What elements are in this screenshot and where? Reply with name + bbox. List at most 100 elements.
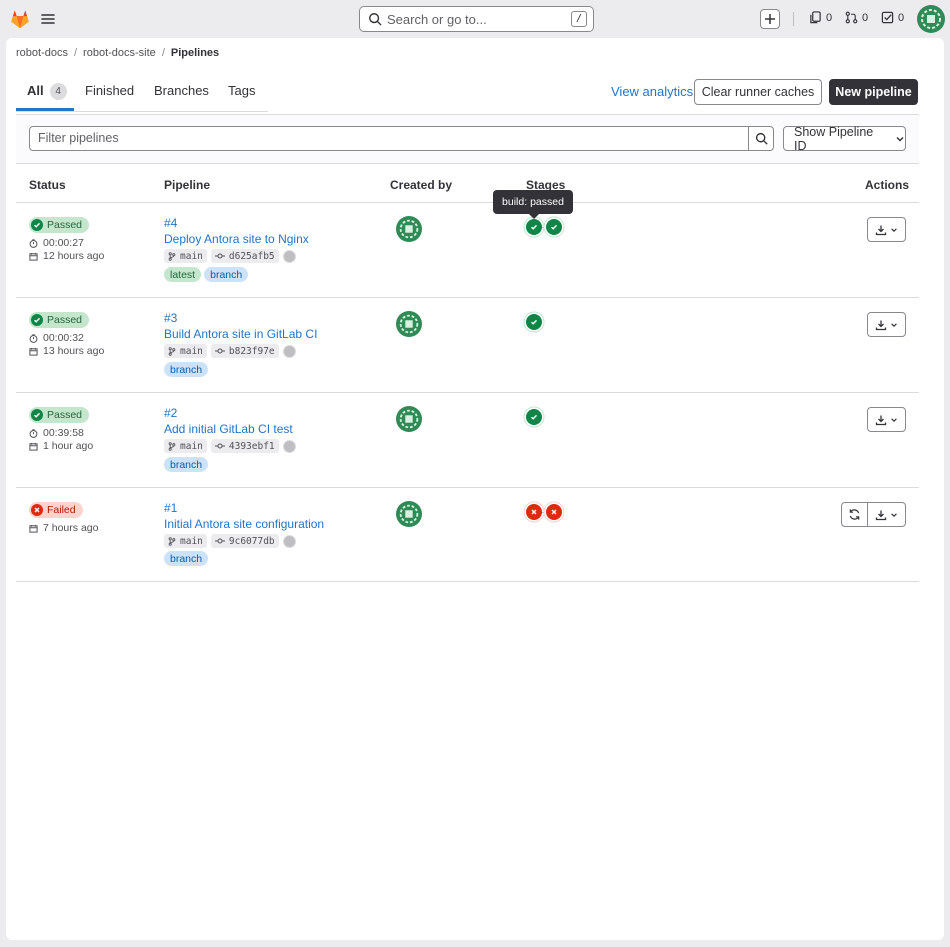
creator-avatar[interactable]: [396, 501, 422, 527]
branch-chip[interactable]: main: [164, 249, 207, 263]
hamburger-menu-icon[interactable]: [38, 9, 58, 29]
status-badge[interactable]: Passed: [29, 407, 90, 423]
column-actions: Actions: [865, 178, 910, 192]
commit-icon: [214, 253, 225, 259]
stage-failed-icon[interactable]: [526, 504, 542, 520]
label-branch: branch: [204, 267, 249, 282]
merge-requests-button[interactable]: 0: [845, 11, 868, 24]
global-search-input[interactable]: Search or go to... /: [359, 6, 594, 32]
status-success-icon: [31, 314, 43, 326]
status-badge[interactable]: Failed: [29, 502, 83, 518]
creator-avatar[interactable]: [396, 216, 422, 242]
download-icon: [875, 510, 887, 520]
table-row: Failed 7 hours ago #1 Initial Antora sit…: [16, 488, 919, 582]
pipeline-title-link[interactable]: Deploy Antora site to Nginx: [164, 232, 309, 246]
show-pipeline-id-dropdown[interactable]: Show Pipeline ID: [783, 125, 906, 153]
tab-branches[interactable]: Branches: [154, 83, 209, 98]
status-badge[interactable]: Passed: [29, 312, 90, 328]
breadcrumb-separator: /: [161, 47, 165, 59]
divider: [793, 12, 794, 26]
commit-author-avatar[interactable]: [282, 249, 296, 263]
user-avatar[interactable]: [917, 5, 945, 33]
commit-author-avatar[interactable]: [282, 439, 296, 453]
pipeline-id-link[interactable]: #4: [164, 216, 177, 230]
breadcrumb-current[interactable]: Pipelines: [171, 47, 219, 59]
commit-icon: [214, 348, 225, 354]
tab-finished[interactable]: Finished: [85, 83, 134, 98]
pipeline-title-link[interactable]: Build Antora site in GitLab CI: [164, 327, 317, 341]
pipeline-stages: [526, 504, 562, 520]
creator-avatar[interactable]: [396, 406, 422, 432]
tab-tags[interactable]: Tags: [228, 83, 255, 98]
commit-chip[interactable]: b823f97e: [210, 344, 279, 358]
column-pipeline: Pipeline: [164, 178, 211, 192]
breadcrumb-group[interactable]: robot-docs: [16, 47, 68, 59]
row-actions: [841, 502, 906, 527]
retry-pipeline-button[interactable]: [841, 502, 868, 527]
chevron-down-icon: [891, 322, 897, 327]
gitlab-logo-icon[interactable]: [9, 8, 31, 30]
tab-all-count: 4: [49, 83, 67, 100]
download-artifacts-button[interactable]: [867, 312, 906, 337]
active-tab-indicator: [16, 108, 74, 111]
search-shortcut-key: /: [571, 11, 587, 27]
new-pipeline-button[interactable]: New pipeline: [829, 79, 918, 105]
table-row: Passed 00:00:27 12 hours ago #4 Deploy A…: [16, 203, 919, 298]
calendar-icon: [29, 524, 38, 533]
branch-chip[interactable]: main: [164, 534, 207, 548]
status-label: Failed: [47, 504, 76, 516]
creator-avatar[interactable]: [396, 311, 422, 337]
todo-icon: [881, 11, 894, 24]
issues-icon: [810, 11, 821, 24]
download-artifacts-button[interactable]: [868, 502, 906, 527]
status-badge[interactable]: Passed: [29, 217, 90, 233]
pipeline-title-link[interactable]: Initial Antora site configuration: [164, 517, 324, 531]
issues-count: 0: [826, 11, 833, 24]
stage-build-success-icon[interactable]: [526, 219, 542, 235]
filter-search-button[interactable]: [748, 126, 774, 151]
branch-icon: [168, 441, 176, 451]
pipeline-finished-time: 12 hours ago: [29, 250, 104, 262]
calendar-icon: [29, 252, 38, 261]
commit-author-avatar[interactable]: [282, 534, 296, 548]
view-analytics-link[interactable]: View analytics: [611, 84, 693, 99]
breadcrumb-project[interactable]: robot-docs-site: [83, 47, 156, 59]
pipeline-title-link[interactable]: Add initial GitLab CI test: [164, 422, 293, 436]
create-new-button[interactable]: [760, 9, 780, 29]
pipeline-stages: [526, 314, 542, 330]
pipeline-id-link[interactable]: #2: [164, 406, 177, 420]
branch-icon: [168, 251, 176, 261]
download-artifacts-button[interactable]: [867, 407, 906, 432]
search-placeholder: Search or go to...: [387, 11, 487, 27]
status-failed-icon: [31, 504, 43, 516]
stage-failed-icon[interactable]: [546, 504, 562, 520]
tab-all[interactable]: All 4: [27, 83, 67, 100]
duration-text: 00:00:27: [43, 237, 84, 249]
stage-success-icon[interactable]: [526, 409, 542, 425]
timer-icon: [29, 333, 38, 343]
filter-pipelines-input[interactable]: Filter pipelines: [29, 126, 749, 151]
duration-text: 00:00:32: [43, 332, 84, 344]
stage-deploy-success-icon[interactable]: [546, 219, 562, 235]
assigned-issues-button[interactable]: 0: [809, 11, 832, 24]
tab-all-label: All: [27, 83, 44, 98]
label-branch: branch: [164, 362, 209, 377]
todos-button[interactable]: 0: [881, 11, 904, 24]
timer-icon: [29, 238, 38, 248]
status-success-icon: [31, 409, 43, 421]
commit-chip[interactable]: 9c6077db: [210, 534, 279, 548]
pipeline-id-link[interactable]: #3: [164, 311, 177, 325]
stage-success-icon[interactable]: [526, 314, 542, 330]
clear-runner-caches-button[interactable]: Clear runner caches: [694, 79, 822, 105]
breadcrumb: robot-docs / robot-docs-site / Pipelines: [16, 47, 219, 59]
download-artifacts-button[interactable]: [867, 217, 906, 242]
branch-chip[interactable]: main: [164, 439, 207, 453]
commit-chip[interactable]: 4393ebf1: [210, 439, 279, 453]
top-bar: Search or go to... / 0 0 0: [0, 0, 950, 38]
status-label: Passed: [47, 314, 83, 326]
finished-text: 13 hours ago: [43, 345, 105, 357]
commit-chip[interactable]: d625afb5: [210, 249, 279, 263]
branch-chip[interactable]: main: [164, 344, 207, 358]
commit-author-avatar[interactable]: [282, 344, 296, 358]
pipeline-id-link[interactable]: #1: [164, 501, 177, 515]
